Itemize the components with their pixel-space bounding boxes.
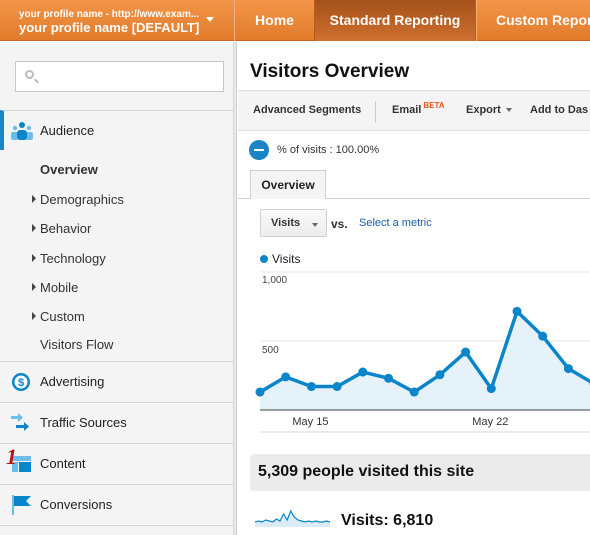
data-point [512, 306, 522, 316]
report-toolbar: Advanced Segments Email BETA Export Add t… [238, 90, 590, 131]
sidebar-subitem-technology[interactable]: Technology [32, 251, 106, 266]
chart-area [260, 311, 590, 410]
subitem-label: Technology [40, 251, 106, 266]
tab-overview[interactable]: Overview [250, 170, 326, 199]
legend-dot [260, 255, 268, 263]
y-tick-label: 500 [262, 345, 279, 356]
nav-standard-reporting[interactable]: Standard Reporting [314, 0, 476, 41]
email-label: Email [392, 104, 422, 116]
data-point [461, 347, 471, 357]
chevron-down-icon [312, 223, 318, 227]
sidebar-item-audience[interactable]: Audience [0, 110, 234, 150]
sidebar-item-conversions[interactable]: Conversions [0, 484, 234, 524]
search-icon [25, 70, 34, 79]
metric-select[interactable]: Visits [260, 209, 327, 237]
sidebar-subitem-visitors-flow[interactable]: Visitors Flow [40, 337, 113, 352]
search-input[interactable] [15, 61, 224, 92]
metric-select-label: Visits [271, 217, 301, 229]
chart-svg [255, 271, 590, 433]
visits-sparkline [255, 509, 330, 527]
x-tick-label: May 22 [472, 416, 509, 428]
chevron-down-icon [505, 108, 512, 113]
nav-home[interactable]: Home [234, 0, 314, 41]
profile-selector[interactable]: your profile name - http://www.exam... y… [0, 0, 234, 41]
nav-custom-reports[interactable]: Custom Report [476, 0, 590, 41]
sidebar-subitem-mobile[interactable]: Mobile [32, 280, 79, 295]
flag-icon [12, 495, 31, 515]
email-button[interactable]: Email BETA [392, 101, 445, 116]
chart-legend: Visits [260, 252, 300, 266]
segment-label: % of visits : 100.00% [277, 144, 380, 156]
data-point [281, 372, 291, 382]
data-point [409, 387, 419, 397]
page-title: Visitors Overview [250, 61, 410, 82]
subitem-label: Demographics [40, 192, 124, 207]
add-to-dashboard-button[interactable]: Add to Das [530, 104, 588, 116]
sidebar-subitem-custom[interactable]: Custom [32, 309, 85, 324]
select-metric-link[interactable]: Select a metric [359, 217, 432, 229]
sidebar-scrollbar[interactable] [234, 42, 237, 535]
y-tick-label: 1,000 [262, 275, 288, 286]
sidebar-subitem-behavior[interactable]: Behavior [32, 221, 92, 236]
data-point [255, 387, 265, 397]
expand-arrow-icon [32, 312, 36, 320]
audience-icon [11, 122, 33, 140]
export-label: Export [466, 104, 501, 116]
arrows-icon [11, 413, 29, 431]
data-point [332, 382, 342, 392]
toolbar-divider [375, 101, 376, 123]
sidebar-subitem-demographics[interactable]: Demographics [32, 192, 124, 207]
visits-chart: 1,000 500 May 15 May 22 [238, 265, 590, 435]
expand-arrow-icon [32, 195, 36, 203]
subitem-label: Mobile [40, 280, 79, 295]
profile-name: your profile name [DEFAULT] [19, 20, 200, 35]
data-point [435, 370, 445, 380]
annotation-marker: 1 [6, 444, 17, 469]
data-point [486, 384, 496, 394]
export-button[interactable]: Export [466, 104, 512, 116]
sidebar-item-label: Content [40, 456, 86, 471]
data-point [384, 373, 393, 383]
sidebar-item-advertising[interactable]: $ Advertising [0, 361, 234, 401]
subitem-label: Custom [40, 309, 85, 324]
sidebar-subitem-overview[interactable]: Overview [40, 162, 98, 177]
top-bar: your profile name - http://www.exam... y… [0, 0, 590, 41]
data-point [306, 382, 316, 392]
sidebar-item-label: Traffic Sources [40, 415, 127, 430]
advanced-segments-button[interactable]: Advanced Segments [253, 104, 361, 116]
sidebar-item-content[interactable]: Content [0, 443, 234, 483]
svg-text:$: $ [18, 377, 24, 389]
data-point [358, 367, 368, 377]
dollar-icon: $ [12, 373, 30, 391]
beta-badge: BETA [423, 101, 445, 110]
x-tick-label: May 15 [292, 416, 329, 428]
sidebar-divider [0, 525, 234, 535]
subitem-label: Behavior [40, 221, 92, 236]
data-point [563, 364, 573, 374]
profile-url: your profile name - http://www.exam... [19, 9, 200, 20]
expand-arrow-icon [32, 224, 36, 232]
expand-arrow-icon [32, 283, 36, 291]
sidebar-item-traffic-sources[interactable]: Traffic Sources [0, 402, 234, 442]
expand-arrow-icon [32, 254, 36, 262]
visits-total[interactable]: Visits: 6,810 [341, 512, 433, 530]
vs-label: vs. [331, 217, 348, 231]
sidebar-item-label: Audience [40, 123, 95, 138]
sidebar-item-label: Advertising [40, 374, 105, 389]
summary-banner: 5,309 people visited this site [250, 454, 590, 491]
sidebar-item-label: Conversions [40, 497, 113, 512]
segment-pie-icon [249, 140, 269, 160]
legend-label: Visits [272, 252, 301, 266]
data-point [538, 331, 548, 341]
chevron-down-icon[interactable] [206, 17, 214, 22]
